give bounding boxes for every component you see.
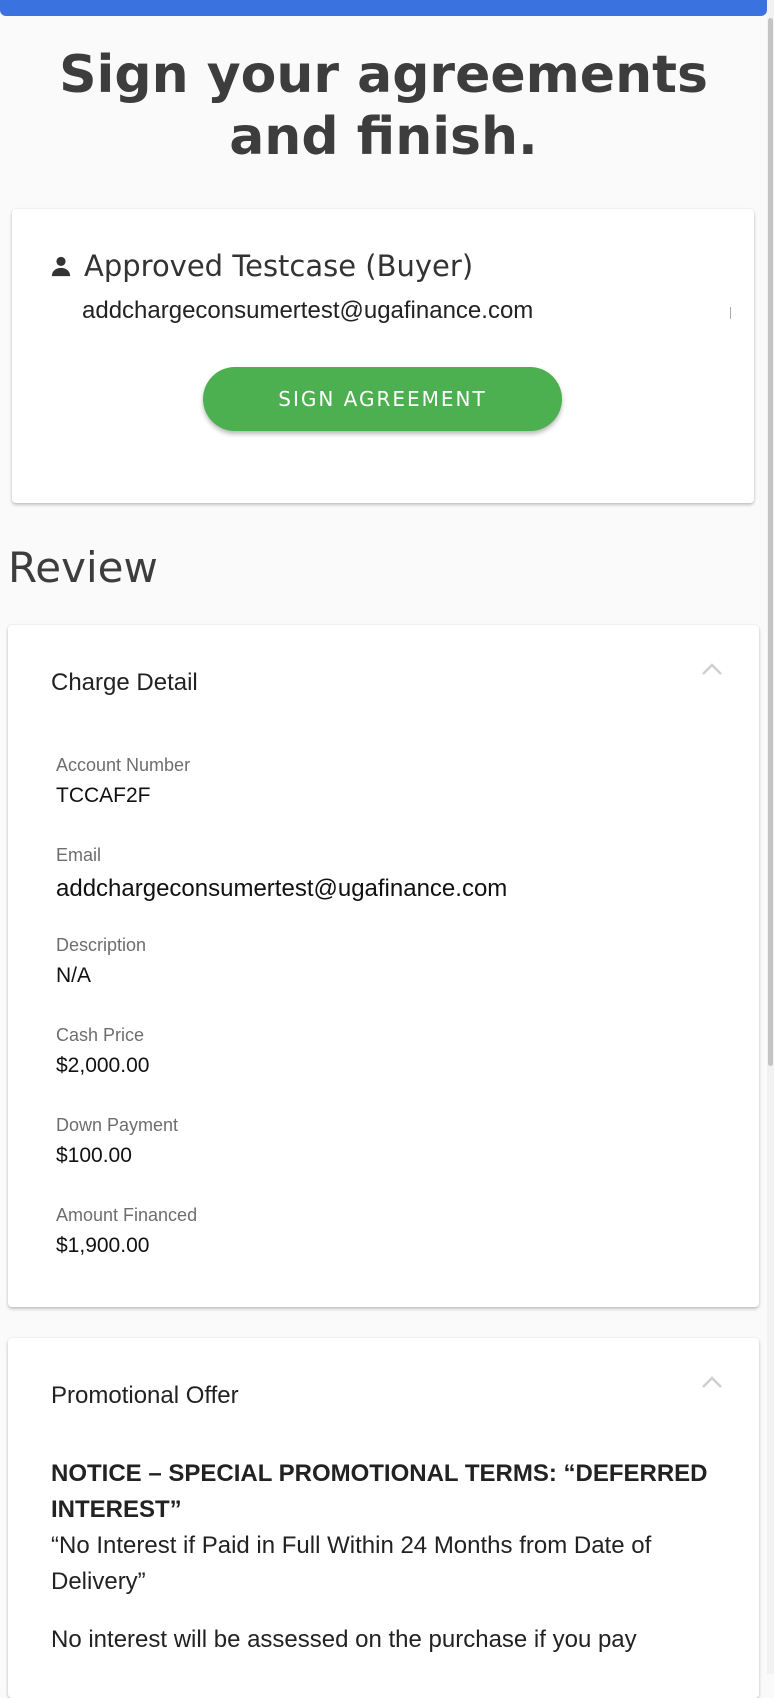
scrollbar-thumb[interactable] bbox=[768, 18, 773, 1066]
amount-financed-label: Amount Financed bbox=[56, 1205, 198, 1225]
chevron-up-icon[interactable] bbox=[700, 1374, 724, 1390]
promotional-offer-panel: Promotional Offer NOTICE – SPECIAL PROMO… bbox=[8, 1338, 759, 1698]
down-payment-value: $100.00 bbox=[56, 1144, 132, 1167]
promotional-offer-title[interactable]: Promotional Offer bbox=[51, 1382, 239, 1410]
signature-card: Approved Testcase (Buyer) addchargeconsu… bbox=[12, 209, 754, 503]
cash-price-value: $2,000.00 bbox=[56, 1054, 150, 1077]
promo-body: No interest will be assessed on the purc… bbox=[51, 1626, 637, 1653]
promo-notice: NOTICE – SPECIAL PROMOTIONAL TERMS: “DEF… bbox=[51, 1460, 708, 1523]
signer-name: Approved Testcase (Buyer) bbox=[84, 249, 474, 283]
description-value: N/A bbox=[56, 964, 92, 987]
cash-price-label: Cash Price bbox=[56, 1025, 145, 1045]
charge-detail-panel: Charge Detail Account Number TCCAF2F Ema… bbox=[8, 625, 759, 1307]
email-value: addchargeconsumertest@ugafinance.com bbox=[56, 875, 508, 902]
page-title: Sign your agreements and finish. bbox=[59, 45, 708, 167]
top-progress-bar bbox=[0, 0, 767, 16]
charge-detail-title[interactable]: Charge Detail bbox=[51, 669, 198, 697]
chevron-up-icon[interactable] bbox=[700, 661, 724, 677]
sign-agreement-button[interactable]: SIGN AGREEMENT bbox=[203, 367, 562, 431]
signer-email: addchargeconsumertest@ugafinance.com bbox=[82, 297, 534, 324]
description-label: Description bbox=[56, 935, 147, 955]
down-payment-label: Down Payment bbox=[56, 1115, 179, 1135]
review-heading: Review bbox=[8, 543, 158, 592]
promo-quote: “No Interest if Paid in Full Within 24 M… bbox=[51, 1532, 652, 1595]
account-number-value: TCCAF2F bbox=[56, 784, 151, 807]
person-icon bbox=[51, 256, 71, 277]
signer-row: Approved Testcase (Buyer) bbox=[50, 249, 473, 283]
account-number-label: Account Number bbox=[56, 755, 191, 775]
amount-financed-value: $1,900.00 bbox=[56, 1234, 150, 1257]
divider-mark bbox=[730, 307, 731, 319]
scrollbar[interactable] bbox=[767, 0, 774, 1674]
email-label: Email bbox=[56, 845, 102, 865]
